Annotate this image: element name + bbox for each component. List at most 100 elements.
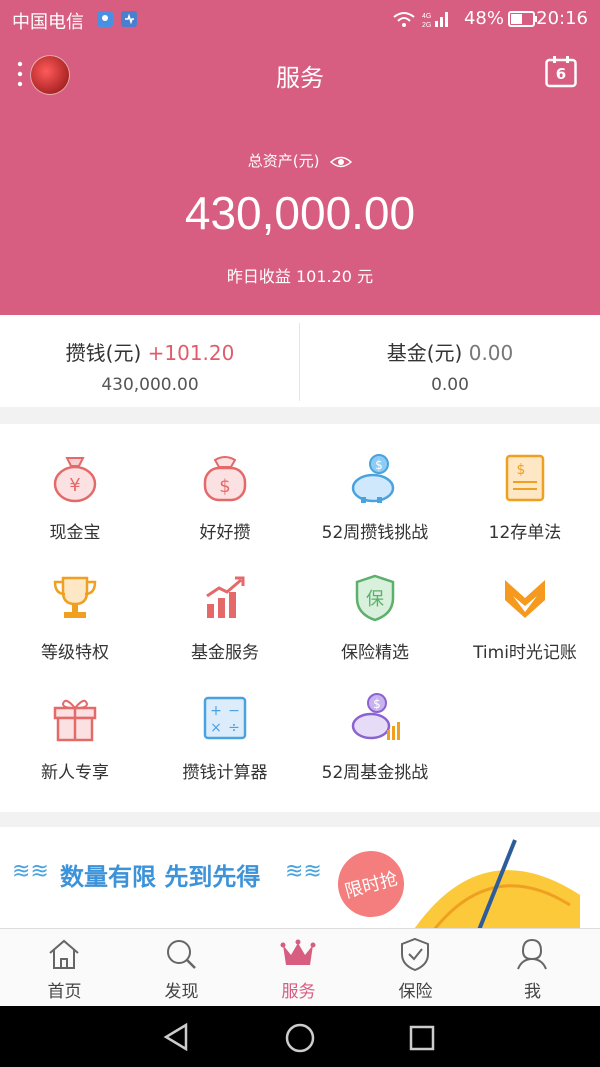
tab-insurance[interactable]: 保险: [357, 929, 474, 1007]
save-delta: +101.20: [147, 341, 235, 365]
fund-amount: 0.00: [431, 375, 469, 395]
shield-insurance-icon: 保: [355, 574, 395, 622]
tab-me[interactable]: 我: [474, 929, 591, 1007]
notification-icons: [96, 10, 138, 28]
service-label: 12存单法: [488, 523, 562, 543]
svg-text:×: ×: [210, 720, 222, 736]
service-label: 52周基金挑战: [321, 763, 429, 783]
service-label: 保险精选: [341, 643, 409, 663]
signal-icons: 4G 2G: [392, 10, 450, 28]
total-assets-label: 总资产(元): [0, 150, 600, 171]
service-label: 攒钱计算器: [182, 763, 268, 783]
service-newcomer[interactable]: 新人专享: [0, 664, 150, 784]
service-cash-treasure[interactable]: ¥ 现金宝: [0, 424, 150, 544]
svg-text:$: $: [375, 458, 383, 472]
service-12-deposit[interactable]: $ 12存单法: [450, 424, 600, 544]
cell-signal-icon: 4G2G: [422, 12, 448, 28]
banner-headline: 数量有限 先到先得: [60, 863, 261, 891]
back-icon[interactable]: [162, 1022, 192, 1052]
svg-text:4G: 4G: [422, 13, 431, 20]
piggy-chart-icon: $: [351, 693, 400, 740]
save-summary-top: 攒钱(元) +101.20: [0, 337, 300, 366]
service-insurance[interactable]: 保 保险精选: [300, 544, 450, 664]
tab-label: 首页: [47, 982, 82, 1002]
tab-discover[interactable]: 发现: [123, 929, 240, 1007]
service-label: Timi时光记账: [473, 643, 577, 663]
service-label: 52周攒钱挑战: [321, 523, 429, 543]
fund-label: 基金(元): [386, 341, 463, 365]
fund-delta: 0.00: [468, 341, 514, 365]
total-assets-value: 430,000.00: [184, 187, 416, 239]
battery-percent: 48%: [463, 8, 504, 29]
total-assets-text: 总资产(元): [247, 152, 320, 170]
tab-label: 服务: [281, 982, 316, 1002]
fox-logo-icon: [505, 580, 545, 618]
clock: 20:16: [536, 8, 588, 29]
calculator-icon: + −× ÷: [203, 696, 247, 740]
yesterday-earnings: 昨日收益 101.20 元: [226, 267, 374, 286]
service-label: 基金服务: [191, 643, 259, 663]
status-bar: 中国电信 4G 2G 48% 20:16: [0, 0, 600, 38]
svg-text:2G: 2G: [422, 22, 431, 28]
service-label: 新人专享: [41, 763, 109, 783]
tab-label: 我: [524, 982, 541, 1002]
service-grid: ¥ 现金宝 $ 好好攒 $ 52周攒钱挑战 $ 12存单法 等级特权 基金服务 …: [0, 424, 600, 812]
svg-text:保: 保: [366, 589, 384, 610]
svg-text:$: $: [517, 462, 526, 478]
fund-summary-top: 基金(元) 0.00: [300, 337, 600, 366]
svg-text:¥: ¥: [69, 475, 80, 496]
money-bag-dollar-icon: $: [203, 456, 247, 502]
carrier-label: 中国电信: [12, 12, 84, 33]
svg-text:$: $: [219, 476, 230, 497]
service-timi[interactable]: Timi时光记账: [450, 544, 600, 664]
service-label: 好好攒: [199, 523, 251, 543]
chart-up-icon: [206, 576, 245, 618]
wifi-icon: [393, 12, 415, 27]
summary-panel: 攒钱(元) +101.20 430,000.00 基金(元) 0.00 0.00: [0, 315, 600, 407]
header: 服务 6 总资产(元) 430,000.00 昨日收益 101.20 元: [0, 38, 600, 315]
location-icon: [97, 11, 113, 27]
recents-icon[interactable]: [408, 1024, 436, 1052]
service-level-privilege[interactable]: 等级特权: [0, 544, 150, 664]
person-icon: [517, 938, 547, 970]
calendar-button[interactable]: 6: [545, 56, 577, 88]
home-circle-icon[interactable]: [284, 1022, 316, 1054]
money-bag-yen-icon: ¥: [53, 457, 97, 503]
piggy-bank-icon: $: [351, 454, 395, 503]
save-summary[interactable]: 攒钱(元) +101.20 430,000.00: [0, 315, 300, 407]
shield-check-icon: [401, 937, 429, 971]
service-good-save[interactable]: $ 好好攒: [150, 424, 300, 544]
umbrella-icon: [410, 839, 580, 937]
bottom-tab-bar: 首页 发现 服务 保险 我: [0, 928, 600, 1007]
svg-text:$: $: [373, 697, 381, 711]
promo-banner[interactable]: ≋≋ 数量有限 先到先得 ≋≋ 限时抢: [0, 827, 600, 937]
svg-text:÷: ÷: [228, 720, 240, 736]
tab-label: 发现: [164, 982, 199, 1002]
wave-decoration-right: ≋≋: [285, 859, 322, 884]
service-calculator[interactable]: + − × ÷ 攒钱计算器: [150, 664, 300, 784]
svg-text:−: −: [228, 703, 240, 719]
gift-icon: [53, 699, 97, 742]
crown-icon: [280, 939, 316, 965]
svg-text:+: +: [210, 703, 222, 719]
fund-summary[interactable]: 基金(元) 0.00 0.00: [300, 315, 600, 407]
tab-label: 保险: [398, 982, 433, 1002]
home-icon: [49, 939, 79, 969]
search-icon: [167, 940, 196, 969]
service-label: 现金宝: [49, 523, 101, 543]
battery-icon: [508, 11, 537, 27]
tab-home[interactable]: 首页: [6, 929, 123, 1007]
service-fund[interactable]: 基金服务: [150, 544, 300, 664]
document-dollar-icon: $: [505, 454, 545, 502]
save-amount: 430,000.00: [101, 375, 199, 395]
wave-decoration-left: ≋≋: [12, 859, 49, 884]
calendar-day: 6: [555, 65, 567, 83]
eye-icon[interactable]: [330, 155, 353, 169]
service-52-week-save[interactable]: $ 52周攒钱挑战: [300, 424, 450, 544]
service-label: 等级特权: [41, 643, 109, 663]
tab-service[interactable]: 服务: [240, 929, 357, 1007]
save-label: 攒钱(元): [65, 341, 142, 365]
trophy-icon: [53, 576, 97, 618]
service-52-week-fund[interactable]: $ 52周基金挑战: [300, 664, 450, 784]
page-title: 服务: [276, 64, 324, 92]
